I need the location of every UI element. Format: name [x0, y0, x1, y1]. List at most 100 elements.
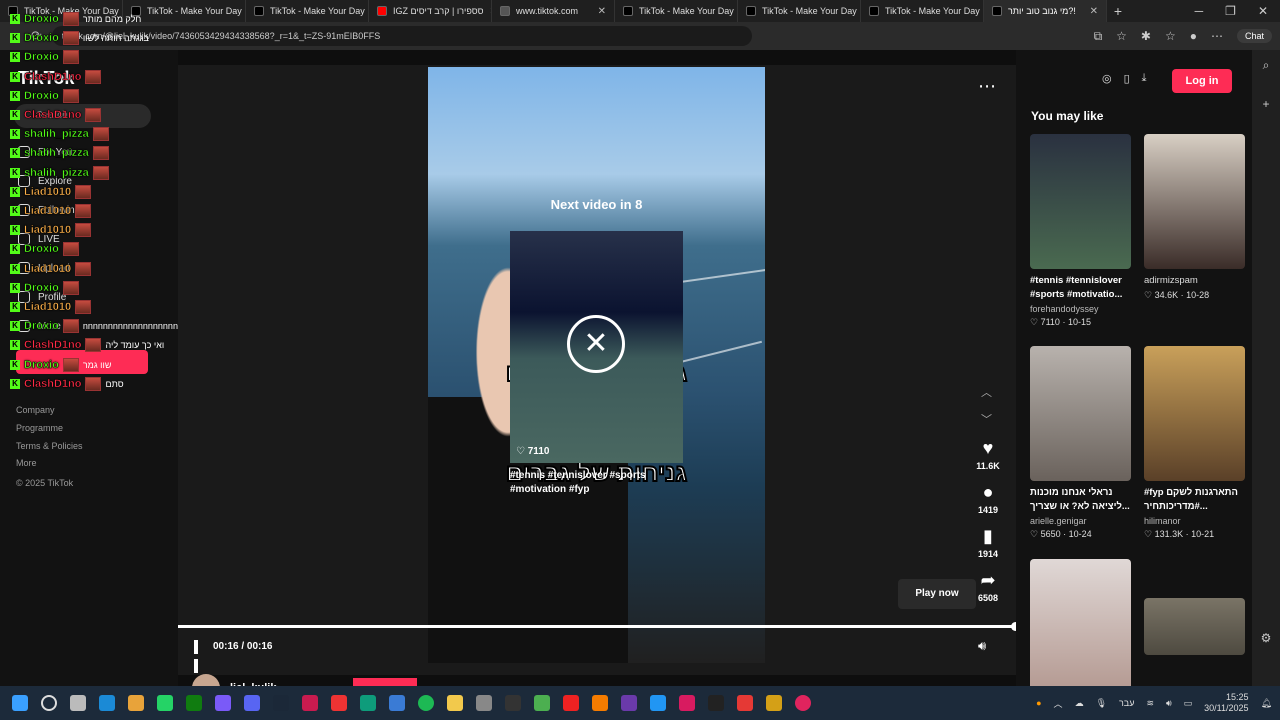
video-thumbnail[interactable]	[1030, 559, 1131, 694]
minimize-icon[interactable]: ─	[1195, 4, 1204, 18]
video-thumbnail[interactable]	[1030, 134, 1131, 269]
steam-icon[interactable]	[273, 695, 289, 711]
play-now-button[interactable]: Play now	[898, 579, 976, 609]
previous-video-icon[interactable]: ︿	[981, 384, 992, 400]
opera-icon[interactable]	[302, 695, 318, 711]
chevron-up-icon[interactable]: ︿	[1054, 697, 1063, 710]
app-icon[interactable]	[592, 695, 608, 711]
language-indicator[interactable]: עבר	[1119, 698, 1134, 708]
video-thumbnail[interactable]	[1144, 346, 1245, 481]
video-author[interactable]: arielle.genigar	[1030, 516, 1131, 526]
compass-icon[interactable]: ◎	[1102, 72, 1112, 85]
chat-message: K Droxio	[10, 50, 83, 65]
windows-start-icon[interactable]	[12, 695, 28, 711]
video-author[interactable]: hilimanor	[1144, 516, 1245, 526]
comment-button[interactable]: ● 1419	[970, 482, 1006, 515]
app-icon[interactable]	[737, 695, 753, 711]
star-icon[interactable]: ☆	[1116, 29, 1127, 43]
copilot-chat-button[interactable]: Chat	[1236, 29, 1272, 43]
minecraft-icon[interactable]	[534, 695, 550, 711]
login-button[interactable]: Log in	[1172, 69, 1232, 93]
suggested-video-card[interactable]: adirmizspam ♡ 34.6K · 10-28	[1144, 134, 1245, 301]
suggested-video-card[interactable]: #fyp התארגנות לשקם #מדריכותחיר... hilima…	[1144, 346, 1245, 540]
more-options-icon[interactable]: ⋯	[978, 76, 996, 97]
video-thumbnail[interactable]	[1144, 134, 1245, 269]
browser-tab[interactable]: TikTok - Make Your Day✕	[738, 0, 861, 22]
bookmark-button[interactable]: ▮ 1914	[970, 526, 1006, 559]
app-icon[interactable]	[360, 695, 376, 711]
playback-time: 00:16 / 00:16	[213, 641, 273, 652]
video-thumbnail[interactable]	[1030, 346, 1131, 481]
new-tab-button[interactable]: +	[1107, 3, 1129, 19]
browser-tab[interactable]: TikTok - Make Your Day✕	[615, 0, 738, 22]
wifi-icon[interactable]: ≋	[1146, 698, 1154, 709]
app-icon[interactable]	[679, 695, 695, 711]
search-icon[interactable]: ⌕	[1252, 58, 1280, 73]
profile-avatar[interactable]: ●	[1190, 29, 1197, 43]
next-video-card[interactable]: ✕ ♡ 7110	[510, 231, 683, 463]
task-view-icon[interactable]	[70, 695, 86, 711]
clock[interactable]: 15:25 30/11/2025	[1204, 692, 1248, 714]
video-frame[interactable]: גניחות של גברים גניחות של גברים Next vid…	[428, 67, 765, 663]
app-icon[interactable]	[650, 695, 666, 711]
browser-tab[interactable]: www.tiktok.com ✕	[492, 0, 615, 22]
maximize-icon[interactable]: ❐	[1225, 4, 1236, 18]
like-button[interactable]: ♥ 11.6K	[970, 438, 1006, 471]
app-icon[interactable]	[795, 695, 811, 711]
search-icon[interactable]	[41, 695, 57, 711]
settings-icon[interactable]: ⚙	[1252, 631, 1280, 645]
footer-more[interactable]: More	[16, 458, 37, 468]
install-app-icon[interactable]: ⧉	[1094, 29, 1103, 44]
chrome-icon[interactable]	[128, 695, 144, 711]
next-video-icon[interactable]: ﹀	[981, 411, 992, 427]
volume-icon[interactable]: 🔊︎	[978, 638, 986, 654]
xbox-icon[interactable]	[186, 695, 202, 711]
notifications-icon[interactable]: 🔔︎	[1261, 698, 1272, 709]
cloud-icon[interactable]: ☁	[1075, 698, 1084, 709]
add-icon[interactable]: +	[1252, 97, 1280, 111]
menu-icon[interactable]: ⋯	[1211, 29, 1223, 43]
app-icon[interactable]	[621, 695, 637, 711]
battery-icon[interactable]: ▭	[1184, 698, 1193, 709]
device-icon[interactable]: ▯	[1124, 72, 1130, 85]
edge-icon[interactable]	[99, 695, 115, 711]
app-icon[interactable]	[766, 695, 782, 711]
spotify-icon[interactable]	[418, 695, 434, 711]
whatsapp-icon[interactable]	[157, 695, 173, 711]
file-explorer-icon[interactable]	[447, 695, 463, 711]
mic-icon[interactable]: 🎙︎	[1096, 698, 1107, 709]
close-tab-icon[interactable]: ✕	[1090, 6, 1098, 17]
media-icon[interactable]	[331, 695, 347, 711]
app-icon[interactable]	[476, 695, 492, 711]
store-icon[interactable]	[389, 695, 405, 711]
favorites-icon[interactable]: ☆	[1165, 29, 1176, 43]
discord-icon[interactable]	[244, 695, 260, 711]
kick-badge-icon: K	[10, 148, 20, 159]
extensions-icon[interactable]: ✱	[1141, 29, 1151, 43]
footer-terms[interactable]: Terms & Policies	[16, 441, 83, 451]
video-author[interactable]: forehandodyssey	[1030, 304, 1131, 314]
heart-app-icon[interactable]	[563, 695, 579, 711]
suggested-video-card[interactable]: #tennis #tennislover #sports #motivatio.…	[1030, 134, 1131, 328]
browser-tab[interactable]: IGZ סספירו | קרב דיסים✕	[369, 0, 492, 22]
notification-app-icon[interactable]: ●	[1036, 698, 1041, 708]
close-window-icon[interactable]: ✕	[1258, 4, 1268, 18]
suggested-video-card[interactable]: נראלי אנחנו מוכנות ליציאה לא? או שצריך..…	[1030, 346, 1131, 540]
download-icon[interactable]: ⤓	[1142, 72, 1147, 85]
epic-games-icon[interactable]	[708, 695, 724, 711]
close-icon[interactable]: ✕	[567, 315, 625, 373]
browser-tab[interactable]: TikTok - Make Your Day✕	[861, 0, 984, 22]
copilot-icon[interactable]	[215, 695, 231, 711]
suggested-video-card[interactable]	[1030, 559, 1131, 694]
browser-tab[interactable]: TikTok - Make Your Day✕	[246, 0, 369, 22]
suggested-video-card[interactable]	[1144, 598, 1245, 655]
pause-icon[interactable]	[194, 640, 206, 673]
kick-badge-icon: K	[10, 359, 20, 370]
footer-programme[interactable]: Programme	[16, 423, 63, 433]
speaker-icon[interactable]: 🔊︎	[1166, 698, 1172, 709]
browser-tab-active[interactable]: מי גנוב טוב יותר?! ✕	[984, 0, 1107, 22]
video-thumbnail[interactable]	[1144, 598, 1245, 655]
progress-bar[interactable]	[178, 622, 1020, 631]
capcut-icon[interactable]	[505, 695, 521, 711]
close-tab-icon[interactable]: ✕	[598, 6, 606, 17]
